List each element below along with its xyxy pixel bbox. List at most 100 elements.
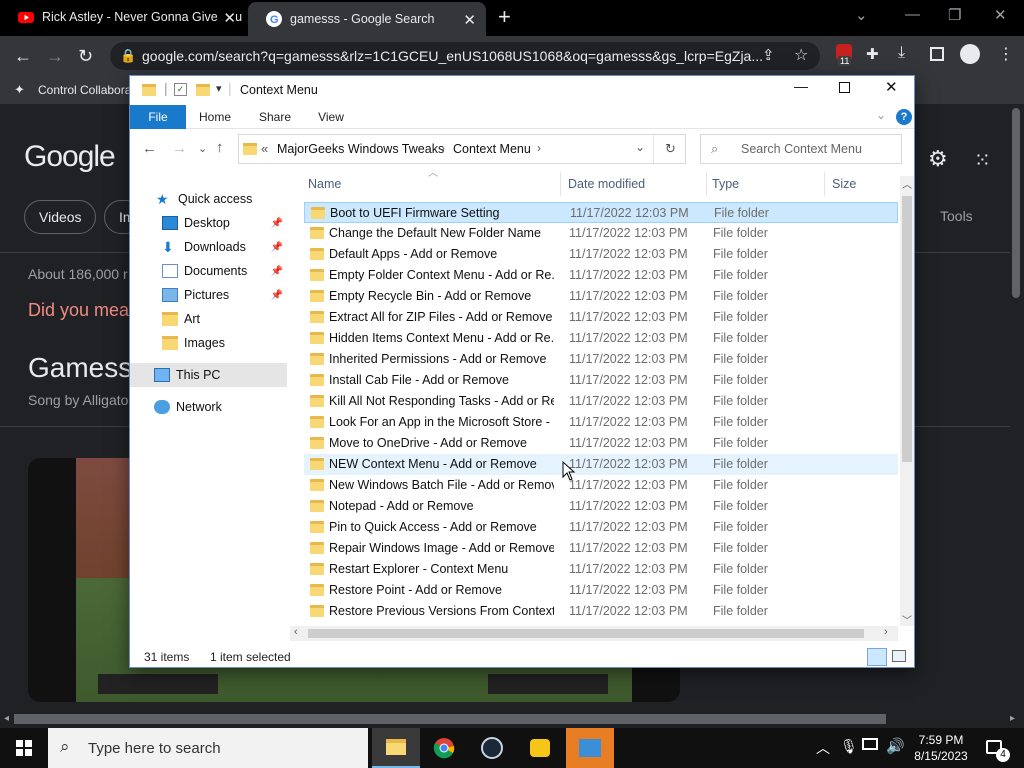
file-row[interactable]: Move to OneDrive - Add or Remove 11/17/20… — [304, 433, 898, 454]
tab-file[interactable]: File — [130, 105, 186, 129]
file-row[interactable]: Kill All Not Responding Tasks - Add or R… — [304, 391, 898, 412]
nav-this-pc[interactable]: This PC — [130, 363, 287, 387]
puzzle-icon[interactable]: ✚ — [866, 45, 879, 63]
pin-icon[interactable]: 📌 — [271, 218, 283, 229]
file-row[interactable]: Change the Default New Folder Name 11/17/… — [304, 223, 898, 244]
tab-home[interactable]: Home — [190, 105, 240, 129]
taskbar-chrome[interactable] — [420, 728, 468, 768]
column-divider[interactable] — [824, 172, 825, 196]
horizontal-scrollbar[interactable]: ‹ › — [290, 626, 898, 641]
help-icon[interactable]: ? — [896, 109, 912, 125]
overflow-chevron[interactable]: « — [261, 141, 268, 156]
close-window-button[interactable]: ✕ — [994, 6, 1007, 24]
file-row[interactable]: Notepad - Add or Remove 11/17/2022 12:03 … — [304, 496, 898, 517]
scroll-up-icon[interactable]: ︿ — [902, 176, 912, 191]
bookmark-item[interactable]: Control Collabora — [38, 83, 131, 97]
up-arrow-icon[interactable]: ↑ — [216, 139, 224, 156]
restore-button[interactable]: ❐ — [948, 6, 961, 24]
tab-search-icon[interactable]: ⌄ — [855, 6, 868, 24]
breadcrumb-chevron-icon[interactable]: › — [537, 141, 541, 155]
file-row[interactable]: Boot to UEFI Firmware Setting 11/17/2022 … — [304, 202, 898, 223]
side-panel-icon[interactable] — [930, 47, 944, 61]
large-icons-view-icon[interactable] — [892, 650, 906, 662]
properties-icon[interactable]: ✓ — [174, 83, 187, 96]
reload-icon[interactable]: ↻ — [78, 46, 93, 67]
share-icon[interactable]: ⇪ — [762, 46, 775, 64]
forward-arrow-icon[interactable]: → — [172, 140, 187, 157]
nav-pictures[interactable]: Pictures 📌 — [162, 283, 287, 307]
scroll-left-icon[interactable]: ◂ — [4, 713, 9, 724]
tab-share[interactable]: Share — [250, 105, 300, 129]
taskbar-file-explorer[interactable] — [372, 728, 420, 768]
column-size[interactable]: Size — [832, 177, 856, 191]
profile-icon[interactable] — [960, 44, 980, 64]
recent-locations-icon[interactable]: ⌄ — [198, 142, 207, 155]
file-row[interactable]: Install Cab File - Add or Remove 11/17/20… — [304, 370, 898, 391]
expand-ribbon-icon[interactable]: ⌄ — [876, 108, 886, 122]
file-row[interactable]: NEW Context Menu - Add or Remove 11/17/20… — [304, 454, 898, 475]
scroll-left-icon[interactable]: ‹ — [294, 626, 298, 638]
column-divider[interactable] — [560, 172, 561, 196]
tab-view[interactable]: View — [306, 105, 356, 129]
file-row[interactable]: Empty Recycle Bin - Add or Remove 11/17/2… — [304, 286, 898, 307]
column-divider[interactable] — [706, 172, 707, 196]
search-input[interactable]: ⌕ Search Context Menu — [700, 134, 902, 164]
file-row[interactable]: New Windows Batch File - Add or Remove 11… — [304, 475, 898, 496]
new-folder-icon[interactable] — [196, 84, 210, 96]
quick-access-toolbar-dropdown-icon[interactable]: ▾ — [216, 82, 222, 95]
windows-start-icon[interactable] — [16, 740, 32, 756]
vertical-scrollbar[interactable]: ︿ ﹀ — [900, 176, 914, 627]
microphone-icon[interactable]: 🎙 — [840, 738, 858, 755]
close-button[interactable]: ✕ — [885, 78, 898, 96]
file-row[interactable]: Look For an App in the Microsoft Store -… — [304, 412, 898, 433]
tools-button[interactable]: Tools — [940, 208, 973, 224]
did-you-mean[interactable]: Did you mea — [28, 300, 129, 321]
file-row[interactable]: Repair Windows Image - Add or Remove 11/1… — [304, 538, 898, 559]
close-tab-icon[interactable]: ✕ — [463, 11, 476, 29]
file-row[interactable]: Hidden Items Context Menu - Add or Re...… — [304, 328, 898, 349]
scroll-thumb[interactable] — [14, 714, 886, 724]
nav-quick-access[interactable]: ★ Quick access — [156, 187, 287, 211]
file-row[interactable]: Empty Folder Context Menu - Add or Re...… — [304, 265, 898, 286]
file-row[interactable]: Restore Point - Add or Remove 11/17/2022 … — [304, 580, 898, 601]
column-date-modified[interactable]: Date modified — [568, 177, 645, 191]
file-row[interactable]: Default Apps - Add or Remove 11/17/2022 1… — [304, 244, 898, 265]
pin-icon[interactable]: 📌 — [271, 290, 283, 301]
file-row[interactable]: Restore Previous Versions From Context .… — [304, 601, 898, 622]
taskbar-clock[interactable]: 7:59 PM 8/15/2023 — [908, 732, 974, 764]
scroll-thumb[interactable] — [308, 629, 864, 638]
details-view-icon[interactable] — [867, 648, 887, 666]
taskbar-chat-app[interactable] — [516, 728, 564, 768]
address-dropdown-icon[interactable]: ⌄ — [635, 140, 645, 154]
taskbar-search-box[interactable]: ⌕ Type here to search — [48, 728, 368, 768]
back-arrow-icon[interactable]: ← — [142, 140, 157, 157]
tab-youtube[interactable]: Rick Astley - Never Gonna Give You Up ✕ — [0, 0, 246, 34]
column-name[interactable]: Name — [308, 177, 341, 191]
address-bar[interactable]: « MajorGeeks Windows Tweaks › Context Me… — [238, 134, 686, 164]
nav-desktop[interactable]: Desktop 📌 — [162, 211, 287, 235]
pin-icon[interactable]: 📌 — [271, 266, 283, 277]
download-icon[interactable]: ⤓ — [898, 44, 905, 62]
nav-documents[interactable]: Documents 📌 — [162, 259, 287, 283]
minimize-button[interactable]: — — [905, 6, 920, 23]
menu-icon[interactable]: ⋮ — [998, 44, 1014, 64]
breadcrumb-parent[interactable]: MajorGeeks Windows Tweaks — [277, 142, 444, 156]
pin-icon[interactable]: 📌 — [271, 242, 283, 253]
url-text[interactable]: google.com/search?q=gamesss&rlz=1C1GCEU_… — [142, 48, 762, 64]
forward-icon[interactable]: → — [46, 46, 64, 67]
file-row[interactable]: Restart Explorer - Context Menu 11/17/202… — [304, 559, 898, 580]
settings-gear-icon[interactable]: ⚙ — [928, 146, 948, 172]
volume-icon[interactable]: 🔊 — [886, 737, 905, 755]
network-icon[interactable] — [862, 738, 878, 750]
show-hidden-icons[interactable]: ︿ — [816, 738, 830, 758]
file-row[interactable]: Extract All for ZIP Files - Add or Remov… — [304, 307, 898, 328]
bookmark-star-icon[interactable]: ☆ — [794, 45, 808, 65]
taskbar-steam[interactable] — [468, 728, 516, 768]
taskbar-app-orange[interactable] — [566, 728, 614, 768]
column-type[interactable]: Type — [712, 177, 739, 191]
close-tab-icon[interactable]: ✕ — [217, 9, 236, 27]
tab-videos[interactable]: Videos — [24, 200, 96, 234]
maximize-button[interactable] — [839, 82, 850, 93]
back-icon[interactable]: ← — [14, 46, 32, 67]
page-scroll-thumb[interactable] — [1012, 108, 1020, 298]
